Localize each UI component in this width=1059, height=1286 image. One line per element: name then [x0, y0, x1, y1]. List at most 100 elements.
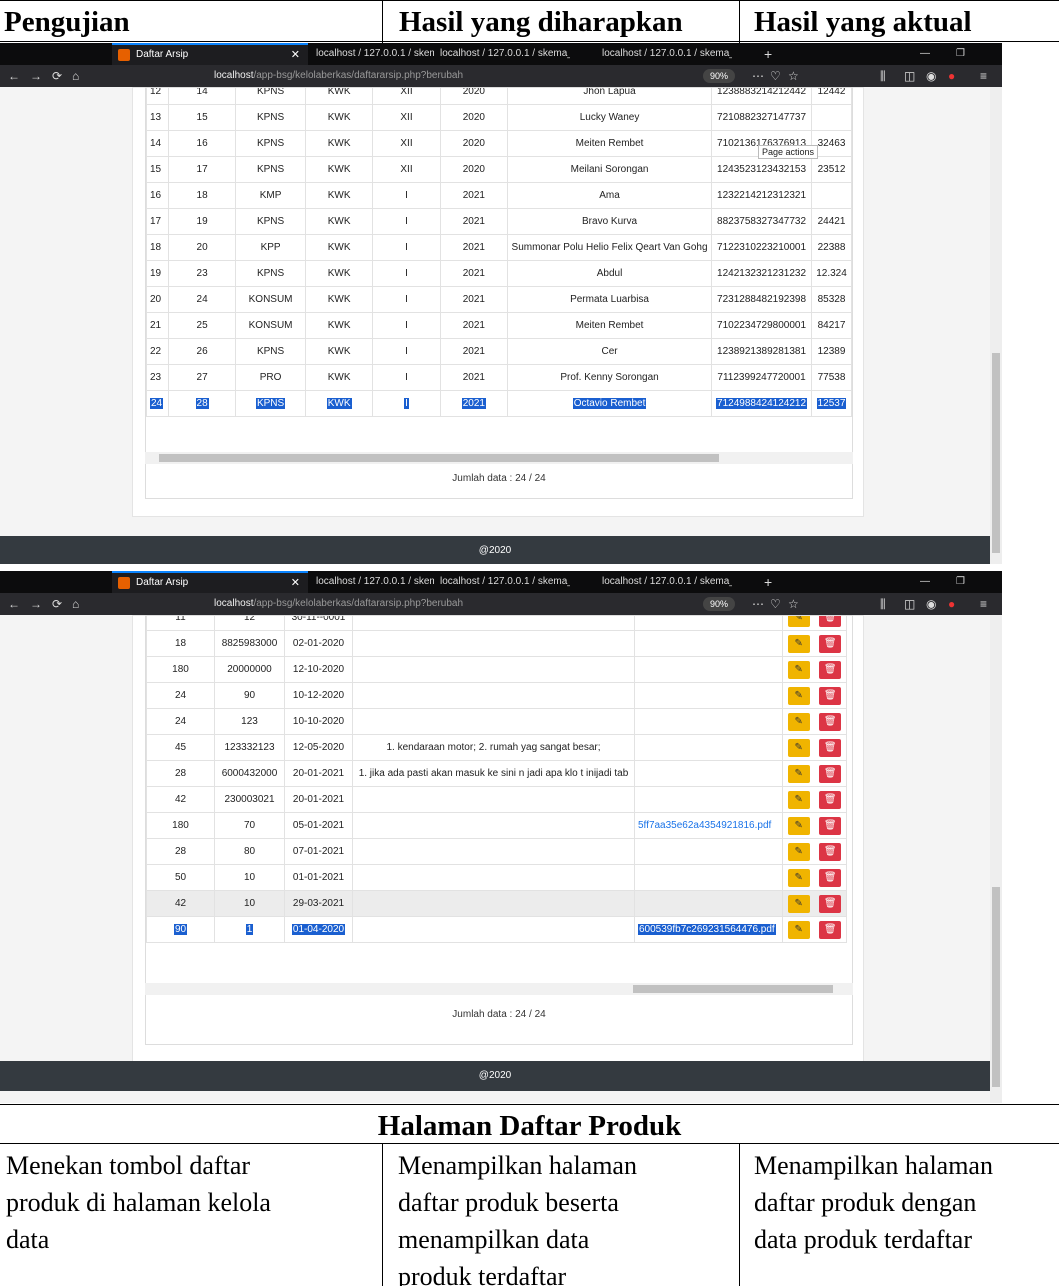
reload-icon[interactable]: ⟳	[52, 597, 62, 611]
table-row[interactable]: 22 26 KPNS KWK I 2021 Cer 1238921389281381 12389	[146, 338, 852, 365]
table-row[interactable]: 14 16 KPNS KWK XII 2020 Meiten Rembet 710213617…	[146, 130, 852, 157]
table-row[interactable]: 24 123 10-10-2020 ✎ 🗑	[146, 708, 847, 735]
edit-icon[interactable]: ✎	[787, 894, 810, 913]
tab-phpmyadmin[interactable]: localhost / 127.0.0.1 / skema_d	[602, 43, 732, 65]
table-row[interactable]: 15 17 KPNS KWK XII 2020 Meilani Sorongan 124352…	[146, 156, 852, 183]
trash-icon[interactable]: 🗑	[819, 616, 842, 627]
menu-icon[interactable]: ≡	[980, 597, 987, 611]
table-row[interactable]: 17 19 KPNS KWK I 2021 Bravo Kurva 8823758327347…	[146, 208, 852, 235]
library-icon[interactable]: ⫼	[880, 597, 886, 611]
back-icon[interactable]: ←	[8, 69, 20, 83]
restore-icon[interactable]: ❐	[956, 571, 965, 593]
table-row[interactable]: 45 123332123 12-05-2020 1. kendaraan motor;…	[146, 734, 847, 761]
edit-icon[interactable]: ✎	[787, 920, 810, 939]
table-row[interactable]: 90 1 01-04-2020 600539fb7c269231564476.pdf ✎…	[146, 916, 847, 943]
tab-phpmyadmin[interactable]: localhost / 127.0.0.1 / skema_d	[602, 571, 732, 593]
scroll-thumb[interactable]	[159, 454, 719, 462]
edit-icon[interactable]: ✎	[787, 842, 810, 861]
account-icon[interactable]: ◉	[926, 597, 936, 611]
edit-icon[interactable]: ✎	[787, 686, 810, 705]
horizontal-scrollbar[interactable]	[145, 452, 853, 464]
tab-phpmyadmin[interactable]: localhost / 127.0.0.1 / skema_d	[316, 43, 434, 65]
minimize-icon[interactable]: —	[920, 43, 930, 65]
tab-phpmyadmin[interactable]: localhost / 127.0.0.1 / skema_d	[440, 571, 570, 593]
bookmark-star-icon[interactable]: ☆	[788, 69, 799, 83]
trash-icon[interactable]: 🗑	[819, 842, 842, 861]
vertical-scrollbar[interactable]	[990, 615, 1002, 1103]
table-row[interactable]: 23 27 PRO KWK I 2021 Prof. Kenny Sorongan 71123…	[146, 364, 852, 391]
vertical-scrollbar[interactable]	[990, 87, 1002, 564]
trash-icon[interactable]: 🗑	[819, 816, 842, 835]
table-row[interactable]: 180 70 05-01-2021 5ff7aa35e62a4354921816.pd…	[146, 812, 847, 839]
table-row[interactable]: 11 12 30-11--0001 ✎ 🗑	[146, 616, 847, 631]
trash-icon[interactable]: 🗑	[819, 868, 842, 887]
bookmark-star-icon[interactable]: ☆	[788, 597, 799, 611]
forward-icon[interactable]: →	[30, 69, 42, 83]
table-row[interactable]: 50 10 01-01-2021 ✎ 🗑	[146, 864, 847, 891]
edit-icon[interactable]: ✎	[787, 816, 810, 835]
reload-icon[interactable]: ⟳	[52, 69, 62, 83]
tab-close-icon[interactable]: ✕	[291, 45, 300, 65]
table-row[interactable]: 24 28 KPNS KWK I 2021 Octavio Rembet 7124988424…	[146, 390, 852, 417]
menu-icon[interactable]: ≡	[980, 69, 987, 83]
adblock-icon[interactable]: ●	[948, 69, 955, 83]
table-row[interactable]: 19 23 KPNS KWK I 2021 Abdul 1242132321231232 12.…	[146, 260, 852, 287]
edit-icon[interactable]: ✎	[787, 764, 810, 783]
table-row[interactable]: 18 8825983000 02-01-2020 ✎ 🗑	[146, 630, 847, 657]
trash-icon[interactable]: 🗑	[819, 634, 842, 653]
table-row[interactable]: 20 24 KONSUM KWK I 2021 Permata Luarbisa 723128…	[146, 286, 852, 313]
table-row[interactable]: 13 15 KPNS KWK XII 2020 Lucky Waney 72108823271…	[146, 104, 852, 131]
edit-icon[interactable]: ✎	[787, 634, 810, 653]
table-row[interactable]: 12 14 KPNS KWK XII 2020 Jhon Lapua 123888321421…	[146, 88, 852, 105]
back-icon[interactable]: ←	[8, 597, 20, 611]
new-tab-icon[interactable]: +	[764, 43, 772, 65]
trash-icon[interactable]: 🗑	[819, 790, 842, 809]
url-bar[interactable]: localhost/app-bsg/kelolaberkas/daftarars…	[190, 595, 790, 613]
tab-daftar-arsip[interactable]: Daftar Arsip ✕	[112, 571, 308, 593]
pocket-icon[interactable]: ♡	[770, 69, 781, 83]
edit-icon[interactable]: ✎	[787, 616, 810, 627]
table-row[interactable]: 21 25 KONSUM KWK I 2021 Meiten Rembet 710223472…	[146, 312, 852, 339]
table-row[interactable]: 16 18 KMP KWK I 2021 Ama 1232214212312321	[146, 182, 852, 209]
edit-icon[interactable]: ✎	[787, 712, 810, 731]
horizontal-scrollbar[interactable]	[145, 983, 853, 995]
sidebar-icon[interactable]: ◫	[904, 69, 915, 83]
page-actions-icon[interactable]: ⋯	[752, 597, 764, 611]
edit-icon[interactable]: ✎	[787, 790, 810, 809]
restore-icon[interactable]: ❐	[956, 43, 965, 65]
pocket-icon[interactable]: ♡	[770, 597, 781, 611]
edit-icon[interactable]: ✎	[787, 660, 810, 679]
tab-close-icon[interactable]: ✕	[291, 573, 300, 593]
table-row[interactable]: 28 80 07-01-2021 ✎ 🗑	[146, 838, 847, 865]
tab-daftar-arsip[interactable]: Daftar Arsip ✕	[112, 43, 308, 65]
tab-phpmyadmin[interactable]: localhost / 127.0.0.1 / skema_d	[316, 571, 434, 593]
scroll-thumb[interactable]	[992, 353, 1000, 553]
trash-icon[interactable]: 🗑	[819, 920, 842, 939]
table-row[interactable]: 42 230003021 20-01-2021 ✎ 🗑	[146, 786, 847, 813]
table-row[interactable]: 18 20 KPP KWK I 2021 Summonar Polu Helio Felix…	[146, 234, 852, 261]
minimize-icon[interactable]: —	[920, 571, 930, 593]
table-cell[interactable]: 600539fb7c269231564476.pdf	[634, 916, 783, 943]
table-row[interactable]: 28 6000432000 20-01-2021 1. jika ada pasti …	[146, 760, 847, 787]
zoom-level[interactable]: 90%	[703, 597, 735, 611]
home-icon[interactable]: ⌂	[72, 69, 79, 83]
page-actions-icon[interactable]: ⋯	[752, 69, 764, 83]
new-tab-icon[interactable]: +	[764, 571, 772, 593]
trash-icon[interactable]: 🗑	[819, 894, 842, 913]
trash-icon[interactable]: 🗑	[819, 686, 842, 705]
url-bar[interactable]: localhost/app-bsg/kelolaberkas/daftarars…	[190, 67, 790, 85]
tab-phpmyadmin[interactable]: localhost / 127.0.0.1 / skema_d	[440, 43, 570, 65]
table-cell[interactable]: 5ff7aa35e62a4354921816.pdf	[634, 812, 783, 839]
sidebar-icon[interactable]: ◫	[904, 597, 915, 611]
account-icon[interactable]: ◉	[926, 69, 936, 83]
edit-icon[interactable]: ✎	[787, 868, 810, 887]
scroll-thumb[interactable]	[992, 887, 1000, 1087]
table-row[interactable]: 42 10 29-03-2021 ✎ 🗑	[146, 890, 847, 917]
trash-icon[interactable]: 🗑	[819, 712, 842, 731]
zoom-level[interactable]: 90%	[703, 69, 735, 83]
scroll-thumb[interactable]	[633, 985, 833, 993]
trash-icon[interactable]: 🗑	[819, 738, 842, 757]
trash-icon[interactable]: 🗑	[819, 660, 842, 679]
forward-icon[interactable]: →	[30, 597, 42, 611]
home-icon[interactable]: ⌂	[72, 597, 79, 611]
